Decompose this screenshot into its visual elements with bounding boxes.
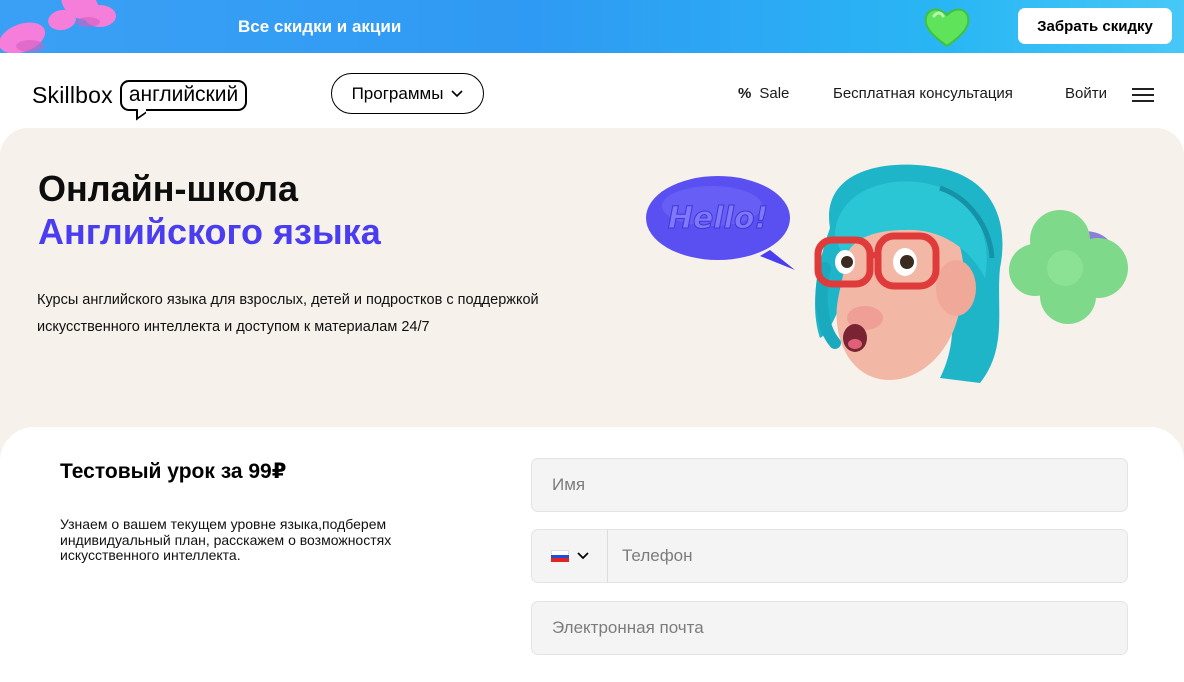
flower-decoration-icon: [0, 0, 116, 53]
logo-word: Skillbox: [32, 82, 113, 108]
logo-tag: английский: [119, 80, 248, 121]
nav-sale-link[interactable]: % Sale: [738, 85, 789, 102]
menu-hamburger-icon[interactable]: [1132, 88, 1154, 102]
test-lesson-card: Тестовый урок за 99₽ Узнаем о вашем теку…: [0, 427, 1184, 682]
test-lesson-title: Тестовый урок за 99₽: [60, 460, 287, 483]
nav-login-link[interactable]: Войти: [1065, 85, 1107, 102]
name-input[interactable]: [532, 459, 1127, 511]
name-field[interactable]: [531, 458, 1128, 512]
heart-icon: [924, 8, 970, 48]
phone-input[interactable]: [608, 530, 1127, 582]
site-header: Skillbox английский Программы % Sale Бес…: [0, 53, 1184, 128]
promo-banner[interactable]: Все скидки и акции Забрать скидку: [0, 0, 1184, 53]
programs-dropdown-button[interactable]: Программы: [331, 73, 484, 114]
clover-decoration-icon: [1009, 210, 1128, 324]
hero-title-line2: Английского языка: [38, 211, 381, 252]
country-code-select[interactable]: [532, 530, 608, 582]
russia-flag-icon: [550, 550, 569, 563]
hero-section: Онлайн-школа Английского языка Курсы анг…: [0, 128, 1184, 468]
hello-bubble-icon: Hello!: [646, 176, 795, 270]
logo[interactable]: Skillbox английский: [32, 80, 248, 121]
get-discount-button[interactable]: Забрать скидку: [1018, 8, 1172, 44]
email-input[interactable]: [532, 602, 1127, 654]
hero-title-line1: Онлайн-школа: [38, 168, 299, 209]
nav-free-consultation-link[interactable]: Бесплатная консультация: [833, 85, 1013, 102]
programs-label: Программы: [351, 83, 444, 103]
nav-sale-label: Sale: [759, 85, 790, 102]
logo-tail: [135, 103, 146, 121]
hero-description: Курсы английского языка для взрослых, де…: [37, 292, 539, 335]
chevron-down-icon: [451, 89, 463, 97]
phone-field[interactable]: [531, 529, 1128, 583]
svg-text:Hello!: Hello!: [668, 201, 768, 236]
promo-text[interactable]: Все скидки и акции: [238, 17, 401, 37]
percent-icon: %: [738, 85, 752, 102]
chevron-down-icon: [576, 552, 589, 560]
email-field[interactable]: [531, 601, 1128, 655]
girl-illustration: Hello!: [646, 164, 1128, 383]
test-lesson-description: Узнаем о вашем текущем уровне языка,подб…: [60, 516, 392, 563]
